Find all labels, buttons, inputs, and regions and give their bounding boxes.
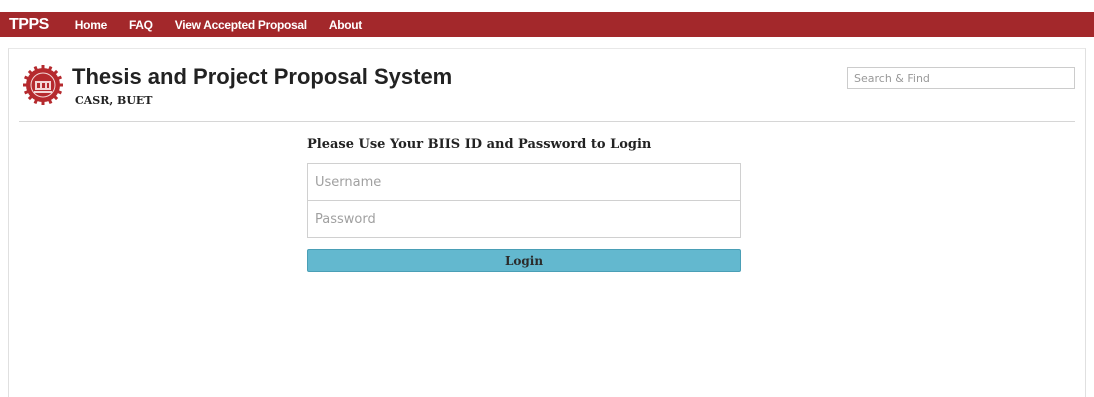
login-button[interactable]: Login bbox=[307, 249, 741, 272]
password-input[interactable] bbox=[307, 200, 741, 238]
nav-view-accepted-proposal[interactable]: View Accepted Proposal bbox=[175, 18, 307, 32]
username-input[interactable] bbox=[307, 163, 741, 201]
search-input[interactable] bbox=[847, 67, 1075, 89]
site-title: Thesis and Project Proposal System bbox=[72, 64, 453, 89]
nav-home[interactable]: Home bbox=[75, 18, 107, 32]
site-subtitle: CASR, BUET bbox=[75, 94, 153, 107]
top-navbar: TPPS Home FAQ View Accepted Proposal Abo… bbox=[0, 12, 1094, 37]
nav-about[interactable]: About bbox=[329, 18, 362, 32]
brand-link[interactable]: TPPS bbox=[9, 16, 49, 34]
nav-faq[interactable]: FAQ bbox=[129, 18, 153, 32]
university-seal-icon bbox=[23, 65, 63, 105]
login-heading: Please Use Your BIIS ID and Password to … bbox=[307, 137, 652, 152]
header-divider bbox=[19, 121, 1075, 122]
site-header: Thesis and Project Proposal System CASR,… bbox=[9, 49, 1085, 121]
